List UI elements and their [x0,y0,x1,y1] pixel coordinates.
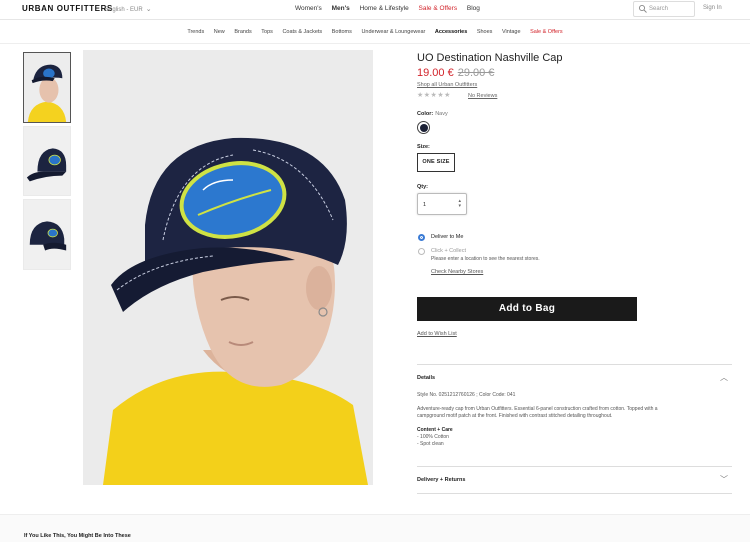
nav-mens[interactable]: Men's [332,5,350,12]
thumbnail-model[interactable] [23,52,71,123]
swatch-fill [419,123,428,132]
shop-all-link[interactable]: Shop all Urban Outfitters [417,82,477,88]
recommendations-heading: If You Like This, You Might Be Into Thes… [24,533,131,539]
nav-womens[interactable]: Women's [295,5,322,12]
content-care-heading: Content + Care [417,427,453,433]
subnav-tops[interactable]: Tops [261,29,273,35]
product-image[interactable] [83,50,373,485]
chevron-up-icon[interactable]: ︿ [720,374,728,382]
color-label: Color: Navy [417,111,448,117]
quantity-stepper[interactable]: 1 ▴ ▾ [417,193,467,215]
chevron-down-icon[interactable]: ﹀ [720,476,728,484]
description-line-2: campground motif patch at the front. Fin… [417,413,613,419]
subnav-trends[interactable]: Trends [187,29,204,35]
subnav-sale-offers[interactable]: Sale & Offers [530,29,563,35]
style-number: Style No. 0251212760126 ; Color Code: 04… [417,392,516,398]
reviews-link[interactable]: No Reviews [468,93,497,99]
nav-blog[interactable]: Blog [467,5,480,12]
deliver-to-me-label[interactable]: Deliver to Me [431,234,463,240]
subnav-underwear[interactable]: Underwear & Loungewear [361,29,425,35]
nav-sale-offers[interactable]: Sale & Offers [419,5,458,12]
search-input[interactable]: Search [633,1,695,17]
sign-in-link[interactable]: Sign In [703,5,722,11]
subnav-shoes[interactable]: Shoes [477,29,493,35]
locale-selector[interactable]: English - EUR ⌄ [105,5,152,13]
divider [417,466,732,467]
qty-label: Qty: [417,184,428,190]
add-to-bag-button[interactable]: Add to Bag [417,297,637,321]
chevron-down-icon: ⌄ [145,6,152,13]
click-collect-label[interactable]: Click + Collect [431,248,466,254]
top-bar: URBAN OUTFITTERS English - EUR ⌄ Women's … [0,0,750,20]
click-collect-radio[interactable] [418,248,425,255]
rating-stars-icon: ★★★★★ [417,92,451,99]
divider [417,493,732,494]
divider [417,364,732,365]
search-icon [638,4,647,13]
color-value: Navy [435,111,448,117]
check-nearby-stores-link[interactable]: Check Nearby Stores [431,269,483,275]
nav-home-lifestyle[interactable]: Home & Lifestyle [360,5,409,12]
main-nav: Women's Men's Home & Lifestyle Sale & Of… [295,5,488,12]
color-swatch-navy[interactable] [417,121,430,134]
search-placeholder: Search [649,6,669,12]
price: 19.00 €29.00 € [417,67,494,79]
subnav-coats-jackets[interactable]: Coats & Jackets [282,29,322,35]
recommendations-section: If You Like This, You Might Be Into Thes… [0,514,750,542]
size-label: Size: [417,144,430,150]
thumbnail-side[interactable] [23,126,71,196]
collect-note: Please enter a location to see the neare… [431,256,540,262]
subnav-bottoms[interactable]: Bottoms [332,29,352,35]
deliver-to-me-radio[interactable] [418,234,425,241]
stepper-arrows-icon[interactable]: ▴ ▾ [458,199,461,209]
category-nav: Trends New Brands Tops Coats & Jackets B… [0,22,750,44]
price-current: 19.00 € [417,67,454,79]
subnav-accessories[interactable]: Accessories [435,29,467,35]
quantity-value: 1 [423,202,427,208]
size-one-size-button[interactable]: ONE SIZE [417,153,455,172]
details-heading[interactable]: Details [417,375,435,381]
care-item: - Spot clean [417,441,444,447]
care-item: - 100% Cotton [417,434,449,440]
product-title: UO Destination Nashville Cap [417,52,563,64]
subnav-brands[interactable]: Brands [234,29,251,35]
color-label-text: Color: [417,111,434,117]
thumbnail-back[interactable] [23,199,71,270]
delivery-returns-heading[interactable]: Delivery + Returns [417,477,465,483]
description-line-1: Adventure-ready cap from Urban Outfitter… [417,406,658,412]
price-original: 29.00 € [457,67,495,79]
subnav-new[interactable]: New [214,29,225,35]
locale-label: English - EUR [105,7,143,13]
logo[interactable]: URBAN OUTFITTERS [22,4,113,13]
add-to-wishlist-link[interactable]: Add to Wish List [417,331,457,337]
subnav-vintage[interactable]: Vintage [502,29,521,35]
